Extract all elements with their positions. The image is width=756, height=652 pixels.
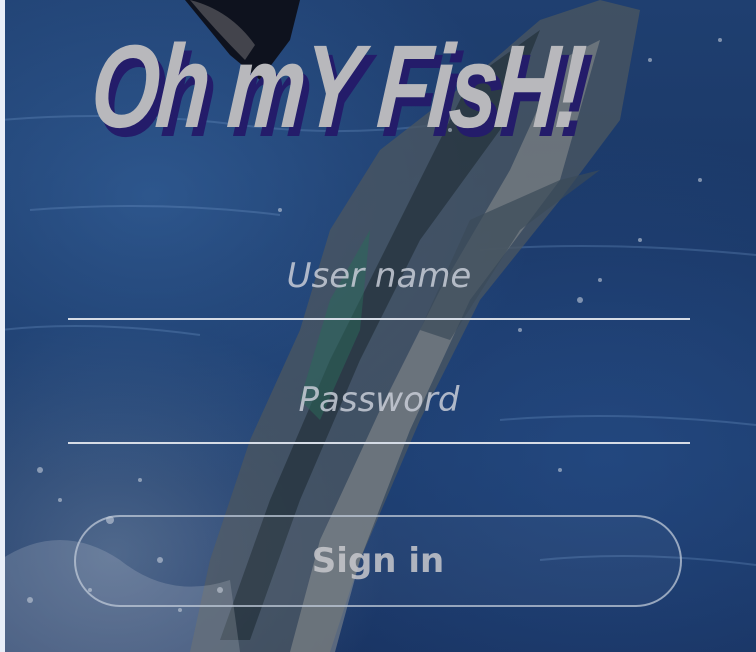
sign-in-button-label: Sign in xyxy=(311,541,445,581)
username-field xyxy=(68,241,690,320)
password-field xyxy=(68,365,690,444)
window-left-edge xyxy=(0,0,5,652)
logo-text: Oh mY FisH! xyxy=(86,21,587,153)
app-logo: Oh mY FisH! Oh mY FisH! xyxy=(87,12,632,162)
sign-in-button[interactable]: Sign in xyxy=(74,515,682,607)
login-screen: Oh mY FisH! Oh mY FisH! Sign in xyxy=(0,0,756,652)
password-input[interactable] xyxy=(68,365,690,435)
username-input[interactable] xyxy=(68,241,690,311)
